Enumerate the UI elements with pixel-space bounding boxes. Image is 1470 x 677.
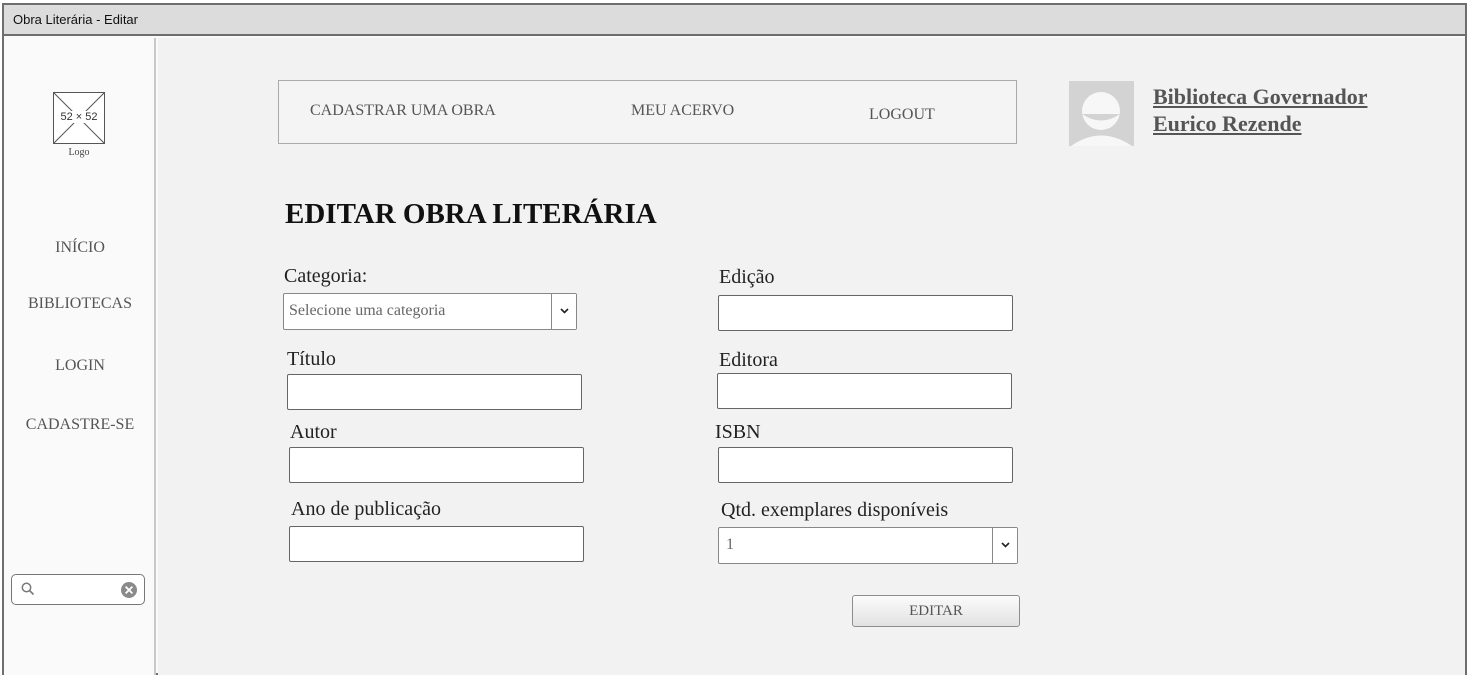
qtd-exemplares-label: Qtd. exemplares disponíveis <box>721 499 949 521</box>
categoria-label: Categoria: <box>284 265 368 287</box>
autor-input[interactable] <box>289 447 584 483</box>
user-avatar <box>1069 81 1134 146</box>
clear-search-icon[interactable] <box>120 581 138 599</box>
isbn-input[interactable] <box>718 447 1013 483</box>
editora-label: Editora <box>719 349 778 371</box>
page-title: EDITAR OBRA LITERÁRIA <box>285 198 657 230</box>
sidebar-item-cadastre-se[interactable]: CADASTRE-SE <box>4 416 156 434</box>
titulo-input[interactable] <box>287 374 582 410</box>
logo-caption: Logo <box>68 147 90 158</box>
categoria-select[interactable]: Selecione uma categoria <box>283 293 577 330</box>
nav-cadastrar-obra[interactable]: CADASTRAR UMA OBRA <box>310 102 496 120</box>
categoria-selected-value: Selecione uma categoria <box>289 302 446 319</box>
qtd-exemplares-selected-value: 1 <box>726 536 734 553</box>
logo-image: 52 × 52 <box>53 92 105 144</box>
chevron-down-icon <box>1001 542 1010 548</box>
editar-button[interactable]: EDITAR <box>852 595 1020 627</box>
search-icon <box>21 582 35 596</box>
title-bar: Obra Literária - Editar <box>4 5 1465 36</box>
chevron-down-icon <box>560 308 569 314</box>
logo-dimensions: 52 × 52 <box>59 111 99 123</box>
ano-publicacao-label: Ano de publicação <box>291 498 441 520</box>
window-title: Obra Literária - Editar <box>13 12 138 27</box>
editora-input[interactable] <box>717 373 1012 409</box>
app-window: Obra Literária - Editar 52 × 52 Logo INÍ… <box>2 3 1467 675</box>
qtd-exemplares-select[interactable]: 1 <box>718 527 1018 564</box>
qtd-exemplares-dropdown-button[interactable] <box>992 528 1017 563</box>
main-content: CADASTRAR UMA OBRA MEU ACERVO LOGOUT Bib… <box>158 38 1465 675</box>
isbn-label: ISBN <box>715 421 761 443</box>
titulo-label: Título <box>287 348 336 370</box>
sidebar-item-inicio[interactable]: INÍCIO <box>4 239 156 257</box>
sidebar-item-login[interactable]: LOGIN <box>4 357 156 375</box>
edicao-label: Edição <box>719 266 775 288</box>
library-name-line2: Eurico Rezende <box>1153 111 1302 136</box>
library-name-link[interactable]: Biblioteca Governador Eurico Rezende <box>1153 83 1453 137</box>
categoria-dropdown-button[interactable] <box>551 294 576 329</box>
sidebar: 52 × 52 Logo INÍCIO BIBLIOTECAS LOGIN CA… <box>4 38 156 675</box>
search-input[interactable] <box>11 574 145 605</box>
autor-label: Autor <box>290 421 337 443</box>
sidebar-item-bibliotecas[interactable]: BIBLIOTECAS <box>4 295 156 313</box>
edicao-input[interactable] <box>718 295 1013 331</box>
nav-meu-acervo[interactable]: MEU ACERVO <box>631 102 734 120</box>
user-avatar-icon <box>1069 81 1134 146</box>
top-navigation: CADASTRAR UMA OBRA MEU ACERVO LOGOUT <box>278 80 1017 144</box>
nav-logout[interactable]: LOGOUT <box>869 106 935 124</box>
ano-publicacao-input[interactable] <box>289 526 584 562</box>
library-name-line1: Biblioteca Governador <box>1153 84 1368 109</box>
